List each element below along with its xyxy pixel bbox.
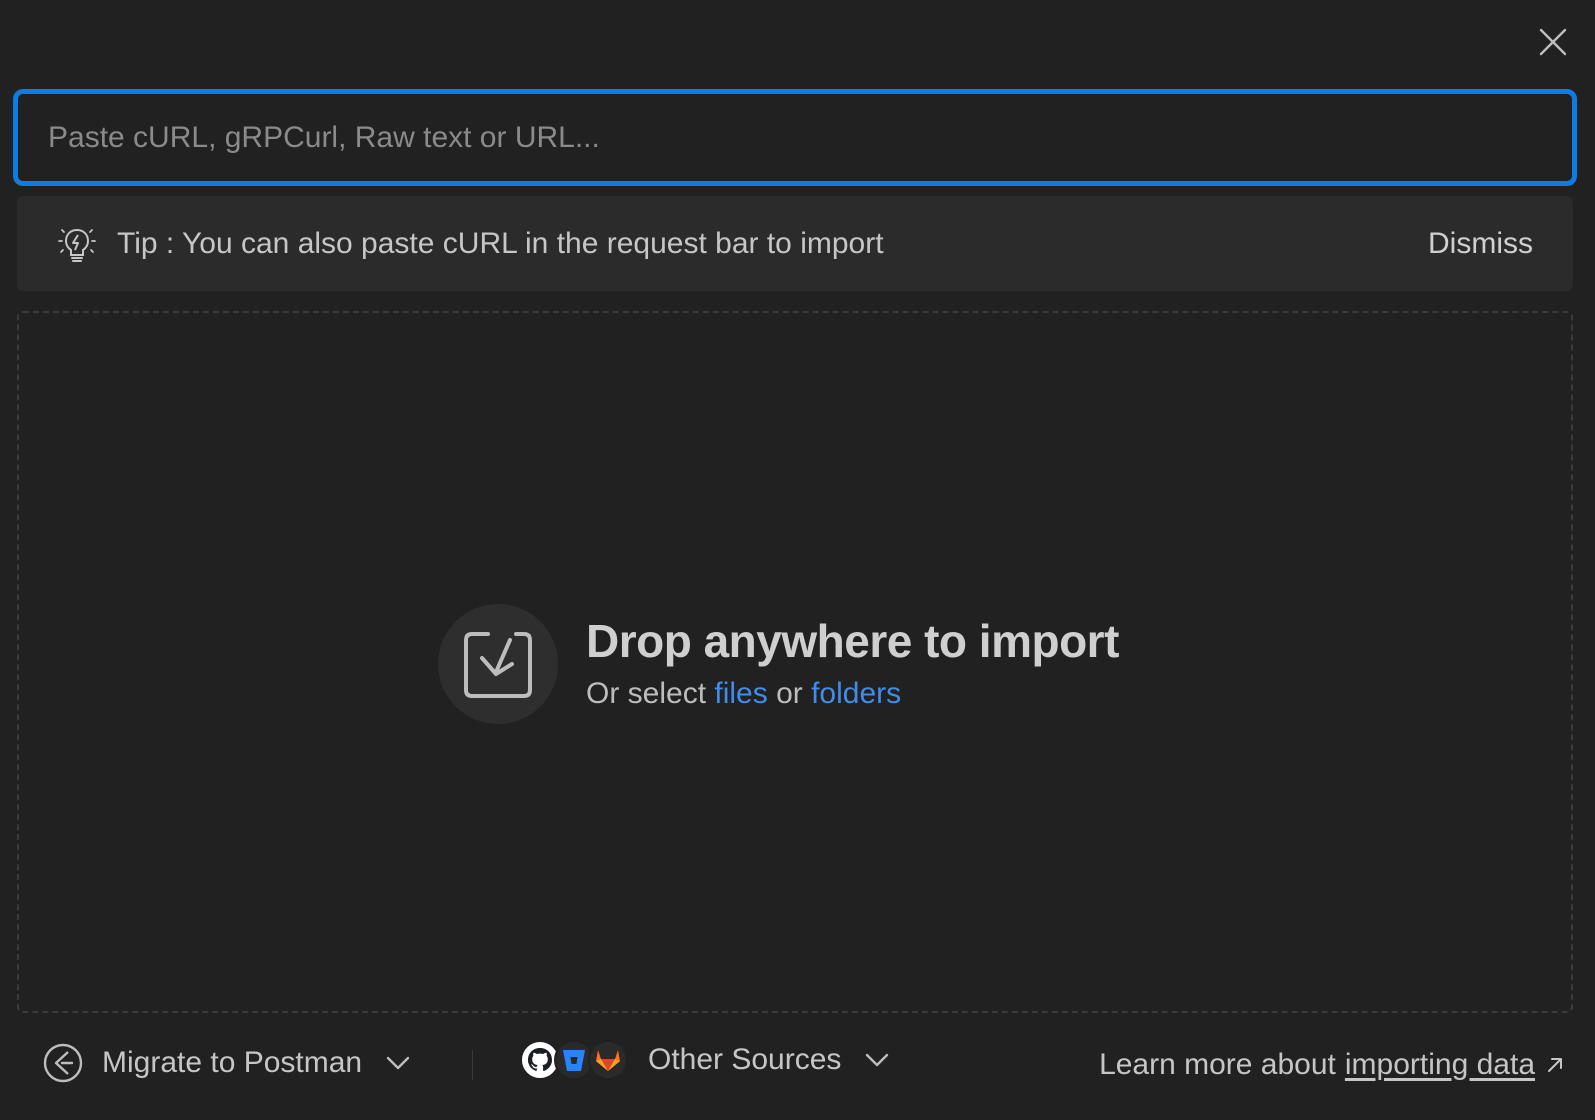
other-sources-label: Other Sources: [648, 1043, 842, 1076]
external-link-icon: [1545, 1055, 1565, 1075]
chevron-down-icon: [386, 1056, 410, 1070]
drop-subtitle: Or select files or folders: [586, 674, 1119, 714]
import-icon-circle: [438, 604, 558, 724]
migrate-label: Migrate to Postman: [102, 1046, 363, 1079]
tip-text: Tip : You can also paste cURL in the req…: [117, 226, 884, 260]
tip-banner: Tip : You can also paste cURL in the req…: [17, 196, 1573, 291]
drop-title: Drop anywhere to import: [586, 615, 1119, 667]
source-icons: [520, 1040, 628, 1080]
drop-subtitle-prefix: Or select: [586, 677, 715, 710]
select-folders-link[interactable]: folders: [811, 677, 901, 710]
import-input[interactable]: [18, 94, 1572, 181]
dismiss-button[interactable]: Dismiss: [1428, 227, 1533, 261]
footer-divider: [472, 1050, 473, 1080]
gitlab-icon: [588, 1040, 628, 1080]
other-sources-button[interactable]: Other Sources: [520, 1040, 889, 1080]
close-icon: [1539, 28, 1567, 56]
drop-subtitle-mid: or: [767, 677, 812, 710]
importing-data-link[interactable]: importing data: [1345, 1048, 1535, 1082]
lightbulb-icon: [55, 222, 99, 266]
import-input-wrapper: [13, 89, 1577, 186]
select-files-link[interactable]: files: [714, 677, 767, 710]
drop-zone-content: Drop anywhere to import Or select files …: [438, 604, 1119, 724]
learn-more-prefix: Learn more about: [1099, 1048, 1336, 1081]
import-icon: [464, 632, 532, 698]
dialog-footer: Migrate to Postman Other Sources Learn m…: [0, 1030, 1595, 1100]
close-button[interactable]: [1535, 24, 1571, 60]
learn-more: Learn more about importing data: [1099, 1048, 1565, 1082]
drop-zone[interactable]: Drop anywhere to import Or select files …: [17, 311, 1573, 1013]
chevron-down-icon: [865, 1053, 889, 1067]
migrate-to-postman-button[interactable]: Migrate to Postman: [42, 1042, 410, 1084]
migrate-icon: [43, 1043, 83, 1083]
